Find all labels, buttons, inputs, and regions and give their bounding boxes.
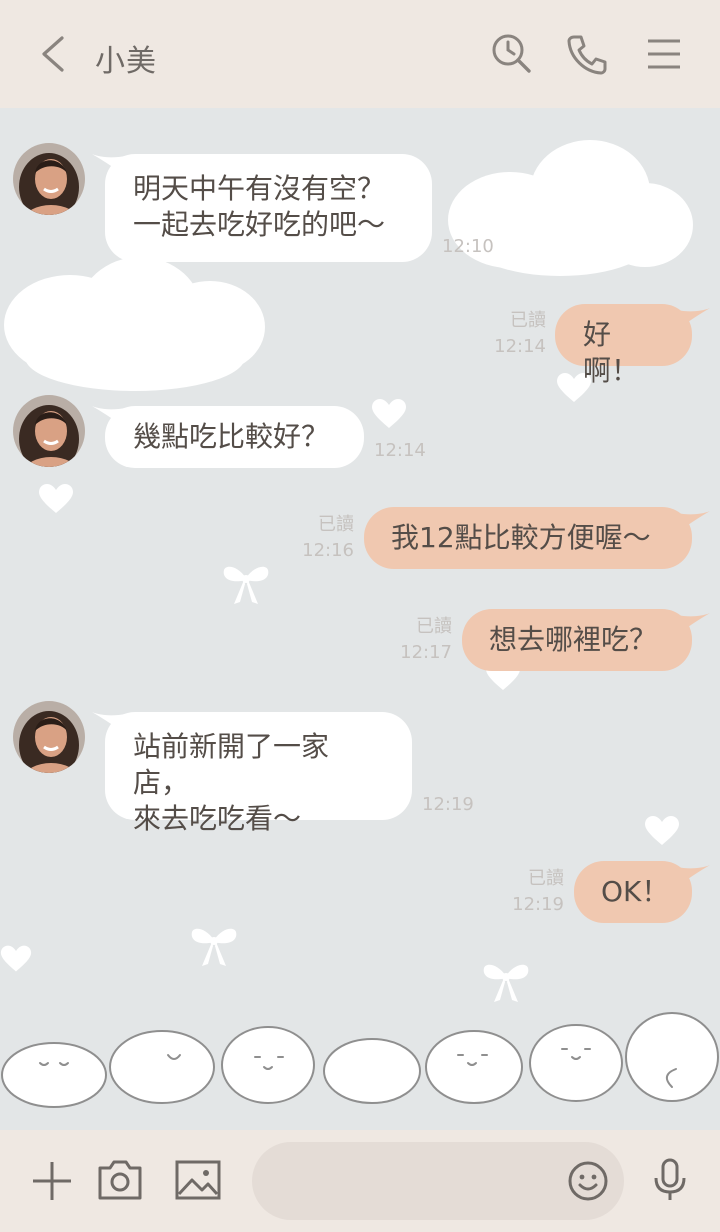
chat-screen: 小美 明天中午有沒有空？ 一起去吃好吃的吧～ 12:10 已讀 12:14 好啊… xyxy=(0,0,720,1232)
avatar[interactable] xyxy=(13,143,85,215)
message-bubble-incoming[interactable]: 明天中午有沒有空？ 一起去吃好吃的吧～ xyxy=(105,154,432,262)
message-text: OK！ xyxy=(601,875,670,908)
message-meta: 已讀 12:19 xyxy=(508,866,564,918)
fluffy-cats-illustration xyxy=(1,1012,719,1108)
phone-icon xyxy=(567,35,607,75)
message-text: 明天中午有沒有空？ 一起去吃好吃的吧～ xyxy=(133,172,386,241)
camera-icon xyxy=(98,1160,142,1200)
avatar[interactable] xyxy=(13,395,85,467)
bubble-tail xyxy=(676,613,710,633)
heart-decoration xyxy=(645,816,679,845)
emoji-button[interactable] xyxy=(560,1152,616,1208)
heart-decoration xyxy=(372,399,406,428)
heart-decoration xyxy=(0,945,32,972)
chat-title: 小美 xyxy=(95,44,157,79)
emoji-icon xyxy=(568,1161,608,1201)
message-meta: 已讀 12:14 xyxy=(488,308,546,360)
image-button[interactable] xyxy=(170,1152,226,1208)
add-button[interactable] xyxy=(24,1152,80,1208)
chevron-left-icon xyxy=(42,36,64,72)
message-timestamp: 12:19 xyxy=(422,794,474,815)
message-timestamp: 12:14 xyxy=(374,440,426,461)
message-text: 幾點吃比較好？ xyxy=(133,420,330,453)
message-timestamp: 12:14 xyxy=(494,336,546,357)
camera-button[interactable] xyxy=(92,1152,148,1208)
read-receipt: 已讀 xyxy=(528,868,564,889)
message-timestamp: 12:17 xyxy=(400,642,452,663)
menu-button[interactable] xyxy=(638,28,690,80)
message-text: 站前新開了一家店， 來去吃吃看～ xyxy=(133,730,330,835)
message-bubble-outgoing[interactable]: 我12點比較方便喔～ xyxy=(364,507,692,569)
message-meta: 已讀 12:16 xyxy=(298,512,354,564)
message-meta: 已讀 12:17 xyxy=(396,614,452,666)
message-bubble-outgoing[interactable]: 好啊！ xyxy=(555,304,692,387)
back-button[interactable] xyxy=(30,28,78,80)
avatar-photo xyxy=(13,395,85,467)
message-text: 我12點比較方便喔～ xyxy=(391,521,651,554)
microphone-icon xyxy=(654,1158,686,1200)
avatar-photo xyxy=(13,143,85,215)
search-clock-icon xyxy=(492,34,531,73)
read-receipt: 已讀 xyxy=(318,514,354,535)
heart-decoration xyxy=(39,484,73,513)
message-timestamp: 12:19 xyxy=(512,894,564,915)
bow-decoration xyxy=(483,964,529,1002)
message-bubble-incoming[interactable]: 站前新開了一家店， 來去吃吃看～ xyxy=(105,712,412,835)
chat-header: 小美 xyxy=(0,0,720,108)
hamburger-menu-icon xyxy=(648,39,680,69)
cloud-decoration xyxy=(4,257,265,391)
message-bubble-outgoing[interactable]: 想去哪裡吃？ xyxy=(462,609,692,671)
plus-icon xyxy=(33,1162,71,1200)
bubble-tail xyxy=(676,865,710,885)
voice-button[interactable] xyxy=(642,1152,698,1208)
avatar-photo xyxy=(13,701,85,773)
read-receipt: 已讀 xyxy=(510,310,546,331)
composer-bar xyxy=(0,1130,720,1232)
read-receipt: 已讀 xyxy=(416,616,452,637)
message-bubble-incoming[interactable]: 幾點吃比較好？ xyxy=(105,406,364,468)
call-button[interactable] xyxy=(561,28,613,80)
message-text: 好啊！ xyxy=(583,318,640,387)
bow-decoration xyxy=(191,928,237,966)
avatar[interactable] xyxy=(13,701,85,773)
bubble-tail xyxy=(676,511,710,531)
cloud-decoration xyxy=(448,140,693,276)
search-button[interactable] xyxy=(486,28,538,80)
bow-decoration xyxy=(223,566,269,604)
message-text: 想去哪裡吃？ xyxy=(489,623,658,656)
image-icon xyxy=(175,1160,221,1200)
bubble-tail xyxy=(676,308,710,328)
message-timestamp: 12:16 xyxy=(302,540,354,561)
message-timestamp: 12:10 xyxy=(442,236,494,257)
